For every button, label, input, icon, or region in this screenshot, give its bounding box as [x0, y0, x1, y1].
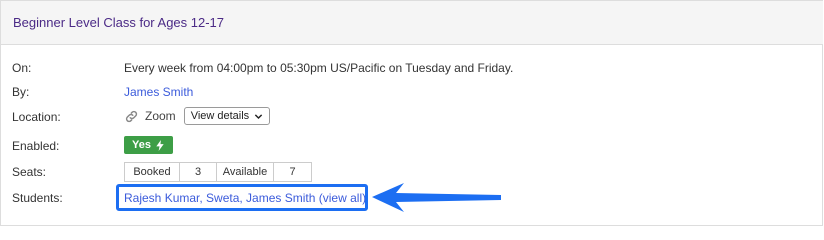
view-details-label: View details: [190, 110, 250, 122]
students-names-link[interactable]: Rajesh Kumar, Sweta, James Smith: [124, 191, 315, 205]
instructor-link[interactable]: James Smith: [124, 85, 193, 99]
location-label: Location:: [12, 110, 61, 124]
on-label: On:: [12, 61, 32, 75]
location-value: Zoom View details: [124, 107, 271, 125]
link-icon: [125, 110, 138, 122]
enabled-badge[interactable]: Yes: [124, 136, 173, 154]
enabled-badge-text: Yes: [132, 139, 151, 151]
arrow-left-icon: [372, 183, 501, 212]
view-all-link[interactable]: (view all): [319, 191, 366, 205]
students-label: Students:: [12, 191, 63, 205]
booked-label: Booked: [125, 163, 180, 181]
enabled-value: Yes: [124, 136, 173, 154]
available-count: 7: [289, 166, 296, 178]
location-name: Zoom: [145, 109, 176, 123]
available-label: Available: [217, 163, 274, 181]
enabled-label: Enabled:: [12, 139, 60, 153]
students-list: Rajesh Kumar, Sweta, James Smith (view a…: [124, 191, 366, 205]
schedule-text: Every week from 04:00pm to 05:30pm US/Pa…: [124, 61, 514, 75]
lightning-bolt-icon: [156, 139, 164, 151]
chevron-down-icon: [255, 113, 263, 119]
panel-header: Beginner Level Class for Ages 12-17: [1, 1, 823, 45]
view-details-dropdown[interactable]: View details: [183, 107, 271, 125]
class-title: Beginner Level Class for Ages 12-17: [13, 15, 225, 30]
by-label: By:: [12, 85, 30, 99]
booked-count: 3: [180, 163, 217, 181]
seats-label: Seats:: [12, 165, 47, 179]
seats-table: Booked 3 Available 7: [124, 162, 312, 182]
